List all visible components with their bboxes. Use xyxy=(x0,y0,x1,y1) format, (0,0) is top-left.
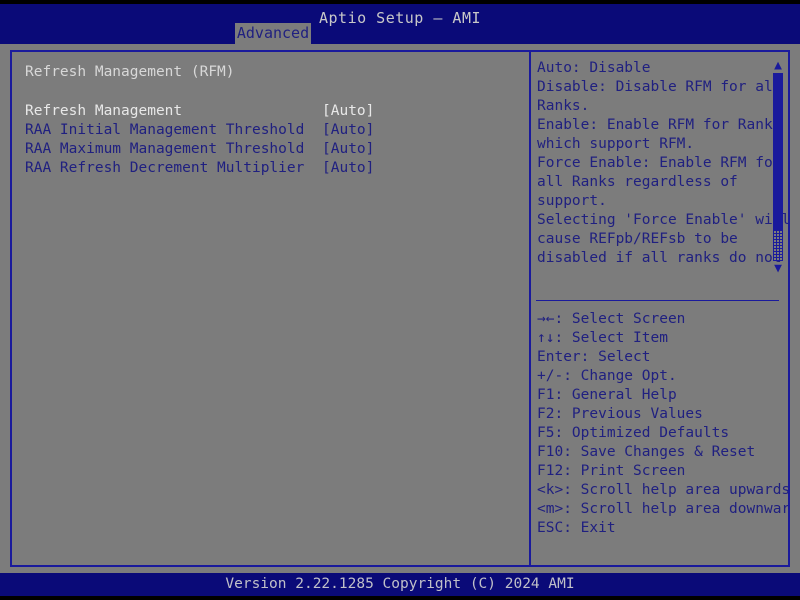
scroll-up-icon[interactable]: ▲ xyxy=(772,59,784,72)
setting-label: RAA Initial Management Threshold xyxy=(25,122,305,138)
setting-label: RAA Refresh Decrement Multiplier xyxy=(25,160,305,176)
help-line: Auto: Disable xyxy=(537,60,651,76)
key-legend-line: F2: Previous Values xyxy=(537,406,703,422)
page-title: Aptio Setup – AMI xyxy=(318,9,482,27)
setting-value[interactable]: [Auto] xyxy=(322,102,374,121)
help-line: disabled if all ranks do not xyxy=(537,250,782,266)
setting-value[interactable]: [Auto] xyxy=(322,140,374,159)
key-legend-line: <m>: Scroll help area downwards xyxy=(537,501,788,517)
key-legend-line: ESC: Exit xyxy=(537,520,616,536)
help-line: Ranks. xyxy=(537,98,590,114)
key-legend-line: F1: General Help xyxy=(537,387,677,403)
help-line: which support RFM. xyxy=(537,136,695,152)
key-legend-line: ↑↓: Select Item xyxy=(537,330,668,346)
help-panel: Auto: Disable Disable: Disable RFM for al… xyxy=(531,52,788,565)
help-description: Auto: Disable Disable: Disable RFM for al… xyxy=(537,59,788,268)
help-line: cause REFpb/REFsb to be xyxy=(537,231,738,247)
settings-list: Refresh Management [Auto] RAA Initial Mana… xyxy=(12,102,529,178)
settings-panel: Refresh Management (RFM) Refresh Managem… xyxy=(12,52,529,565)
help-line: Enable: Enable RFM for Ranks xyxy=(537,117,782,133)
setting-value[interactable]: [Auto] xyxy=(322,159,374,178)
help-line: Disable: Disable RFM for all xyxy=(537,79,782,95)
help-line: Force Enable: Enable RFM for xyxy=(537,155,782,171)
key-legend: →←: Select Screen ↑↓: Select Item Enter: S… xyxy=(537,310,788,538)
setting-row[interactable]: RAA Maximum Management Threshold [Auto] xyxy=(12,140,529,159)
setting-row[interactable]: RAA Refresh Decrement Multiplier [Auto] xyxy=(12,159,529,178)
help-line: Selecting 'Force Enable' will xyxy=(537,212,788,228)
setting-value[interactable]: [Auto] xyxy=(322,121,374,140)
version-text: Version 2.22.1285 Copyright (C) 2024 AMI xyxy=(225,576,575,592)
scroll-down-icon[interactable]: ▼ xyxy=(772,262,784,275)
setting-row[interactable]: Refresh Management [Auto] xyxy=(12,102,529,121)
help-separator xyxy=(536,300,779,301)
key-legend-line: +/-: Change Opt. xyxy=(537,368,677,384)
help-scrollbar[interactable]: ▲ ▼ xyxy=(772,59,784,275)
setting-label: Refresh Management xyxy=(25,103,183,119)
key-legend-line: F12: Print Screen xyxy=(537,463,686,479)
bios-setup-screen: Aptio Setup – AMI Advanced Refresh Manag… xyxy=(0,0,800,600)
tab-advanced[interactable]: Advanced xyxy=(235,23,311,44)
key-legend-line: F10: Save Changes & Reset xyxy=(537,444,756,460)
section-title: Refresh Management (RFM) xyxy=(25,64,235,80)
key-legend-line: →←: Select Screen xyxy=(537,311,686,327)
help-line: support. xyxy=(537,193,607,209)
setting-row[interactable]: RAA Initial Management Threshold [Auto] xyxy=(12,121,529,140)
help-line: all Ranks regardless of xyxy=(537,174,738,190)
key-legend-line: <k>: Scroll help area upwards xyxy=(537,482,788,498)
setting-label: RAA Maximum Management Threshold xyxy=(25,141,305,157)
title-bar: Aptio Setup – AMI xyxy=(0,4,800,44)
key-legend-line: Enter: Select xyxy=(537,349,651,365)
key-legend-line: F5: Optimized Defaults xyxy=(537,425,730,441)
scrollbar-thumb[interactable] xyxy=(773,73,783,231)
footer-bar: Version 2.22.1285 Copyright (C) 2024 AMI xyxy=(0,573,800,596)
